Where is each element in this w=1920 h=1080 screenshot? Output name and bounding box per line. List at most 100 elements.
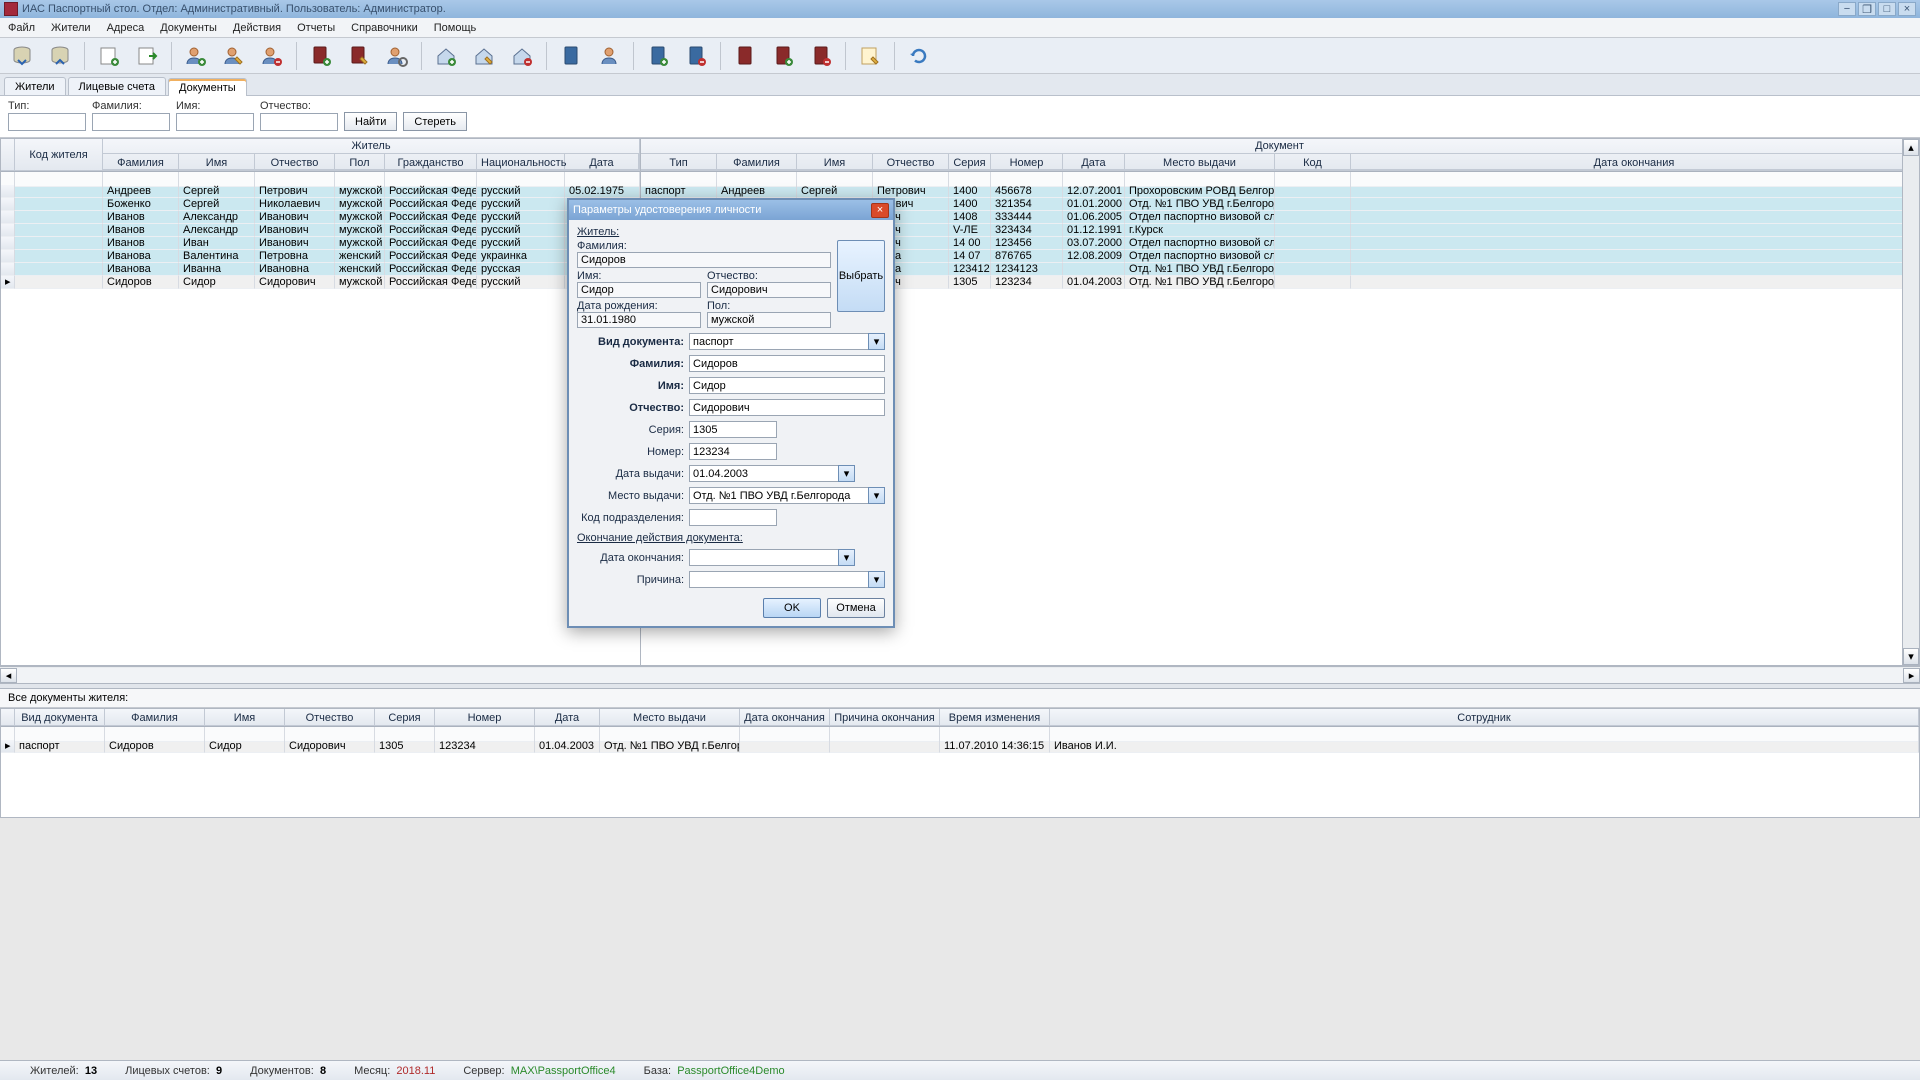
restore-button[interactable]: ❐	[1858, 2, 1876, 16]
dropdown-icon[interactable]: ▾	[868, 333, 885, 350]
bcol-do[interactable]: Дата окончания	[740, 709, 830, 726]
col-tip[interactable]: Тип	[641, 154, 717, 170]
bcol-nom[interactable]: Номер	[435, 709, 535, 726]
vscrollbar[interactable]: ▴ ▾	[1902, 139, 1919, 665]
house-edit-button[interactable]	[470, 42, 498, 70]
menu-reports[interactable]: Отчеты	[293, 20, 339, 36]
scroll-up-icon[interactable]: ▴	[1903, 139, 1919, 156]
tab-residents[interactable]: Жители	[4, 77, 66, 95]
table-row[interactable]: ИвановАлександрИвановичмужскойРоссийская…	[1, 224, 640, 237]
dropdown-icon[interactable]: ▾	[868, 487, 885, 504]
close-window-button[interactable]: ×	[1898, 2, 1916, 16]
col-dv[interactable]: Дата выдачи	[1063, 154, 1125, 170]
scroll-right-icon[interactable]: ▸	[1903, 668, 1920, 683]
col-nom[interactable]: Номер	[991, 154, 1063, 170]
dialog-title-bar[interactable]: Параметры удостоверения личности ×	[569, 200, 893, 220]
col-doc-name[interactable]: Имя	[797, 154, 873, 170]
menu-help[interactable]: Помощь	[430, 20, 481, 36]
add-person-button[interactable]	[182, 42, 210, 70]
menu-documents[interactable]: Документы	[156, 20, 221, 36]
select-resident-button[interactable]: Выбрать	[837, 240, 885, 312]
note-button[interactable]	[856, 42, 884, 70]
red-book-button[interactable]	[731, 42, 759, 70]
db-in-button[interactable]	[8, 42, 36, 70]
table-row[interactable]: ИвановАлександрИвановичмужскойРоссийская…	[1, 211, 640, 224]
bcol-vi[interactable]: Время изменения	[940, 709, 1050, 726]
doc-issue-date-combo[interactable]: ▾	[689, 465, 855, 482]
clear-button[interactable]: Стереть	[403, 112, 467, 131]
col-kod[interactable]: Код подразделения	[1275, 154, 1351, 170]
doc-subdivision-input[interactable]	[689, 509, 777, 526]
bcol-otch[interactable]: Отчество	[285, 709, 375, 726]
tab-accounts[interactable]: Лицевые счета	[68, 77, 166, 95]
table-row[interactable]: ИвановаИваннаИвановнаженскийРоссийская Ф…	[1, 263, 640, 276]
doc-patronymic-input[interactable]	[689, 399, 885, 416]
col-name[interactable]: Имя	[179, 154, 255, 170]
col-otch[interactable]: Отчество	[255, 154, 335, 170]
dropdown-icon[interactable]: ▾	[838, 465, 855, 482]
remove-person-button[interactable]	[258, 42, 286, 70]
col-kod[interactable]: Код жителя	[15, 139, 103, 171]
dropdown-icon[interactable]: ▾	[868, 571, 885, 588]
house-remove-button[interactable]	[508, 42, 536, 70]
filter-name-input[interactable]	[176, 113, 254, 131]
person-info-button[interactable]	[595, 42, 623, 70]
red-book-add-button[interactable]	[769, 42, 797, 70]
bcol-sotr[interactable]: Сотрудник	[1050, 709, 1919, 726]
ok-button[interactable]: OK	[763, 598, 821, 618]
table-row[interactable]: паспортАндреевСергейПетрович140045667812…	[641, 185, 1919, 198]
bcol-dv[interactable]: Дата выдачи	[535, 709, 600, 726]
col-nat[interactable]: Национальность	[477, 154, 565, 170]
bcol-mv[interactable]: Место выдачи	[600, 709, 740, 726]
red-book-remove-button[interactable]	[807, 42, 835, 70]
bcol-name[interactable]: Имя	[205, 709, 285, 726]
db-out-button[interactable]	[46, 42, 74, 70]
new-doc-button[interactable]	[95, 42, 123, 70]
dropdown-icon[interactable]: ▾	[838, 549, 855, 566]
maximize-button[interactable]: □	[1878, 2, 1896, 16]
bcol-po[interactable]: Причина окончания	[830, 709, 940, 726]
edit-person-button[interactable]	[220, 42, 248, 70]
bcol-fam[interactable]: Фамилия	[105, 709, 205, 726]
doc-series-input[interactable]	[689, 421, 777, 438]
doc-reason-combo[interactable]: ▾	[689, 571, 885, 588]
book-button[interactable]	[557, 42, 585, 70]
house-add-button[interactable]	[432, 42, 460, 70]
table-row[interactable]: БоженкоСергейНиколаевичмужскойРоссийская…	[1, 198, 640, 211]
export-button[interactable]	[133, 42, 161, 70]
menu-residents[interactable]: Жители	[47, 20, 95, 36]
menu-directories[interactable]: Справочники	[347, 20, 422, 36]
find-button[interactable]: Найти	[344, 112, 397, 131]
refresh-button[interactable]	[905, 42, 933, 70]
dialog-close-button[interactable]: ×	[871, 203, 889, 218]
col-doc-fam[interactable]: Фамилия	[717, 154, 797, 170]
filter-surname-input[interactable]	[92, 113, 170, 131]
minimize-button[interactable]: −	[1838, 2, 1856, 16]
col-mv[interactable]: Место выдачи	[1125, 154, 1275, 170]
doc-name-input[interactable]	[689, 377, 885, 394]
table-row[interactable]: ИвановИванИвановичмужскойРоссийская Феде…	[1, 237, 640, 250]
bottom-row[interactable]: ▸ паспорт Сидоров Сидор Сидорович 1305 1…	[1, 740, 1919, 753]
passport-edit-button[interactable]	[345, 42, 373, 70]
bcol-vid[interactable]: Вид документа	[15, 709, 105, 726]
col-fam[interactable]: Фамилия	[103, 154, 179, 170]
scroll-down-icon[interactable]: ▾	[1903, 648, 1919, 665]
tab-documents[interactable]: Документы	[168, 78, 247, 96]
doc-issue-place-combo[interactable]: ▾	[689, 487, 885, 504]
bcol-ser[interactable]: Серия	[375, 709, 435, 726]
doc-surname-input[interactable]	[689, 355, 885, 372]
menu-addresses[interactable]: Адреса	[103, 20, 149, 36]
book-remove-button[interactable]	[682, 42, 710, 70]
hscrollbar[interactable]: ◂ ▸	[0, 666, 1920, 683]
doc-end-date-combo[interactable]: ▾	[689, 549, 855, 566]
options-button[interactable]	[383, 42, 411, 70]
col-ser[interactable]: Серия	[949, 154, 991, 170]
menu-file[interactable]: Файл	[4, 20, 39, 36]
menu-actions[interactable]: Действия	[229, 20, 285, 36]
doc-type-combo[interactable]: ▾	[689, 333, 885, 350]
scroll-left-icon[interactable]: ◂	[0, 668, 17, 683]
table-row[interactable]: АндреевСергейПетровичмужскойРоссийская Ф…	[1, 185, 640, 198]
col-grazh[interactable]: Гражданство	[385, 154, 477, 170]
col-do[interactable]: Дата окончания	[1351, 154, 1918, 170]
passport-add-button[interactable]	[307, 42, 335, 70]
